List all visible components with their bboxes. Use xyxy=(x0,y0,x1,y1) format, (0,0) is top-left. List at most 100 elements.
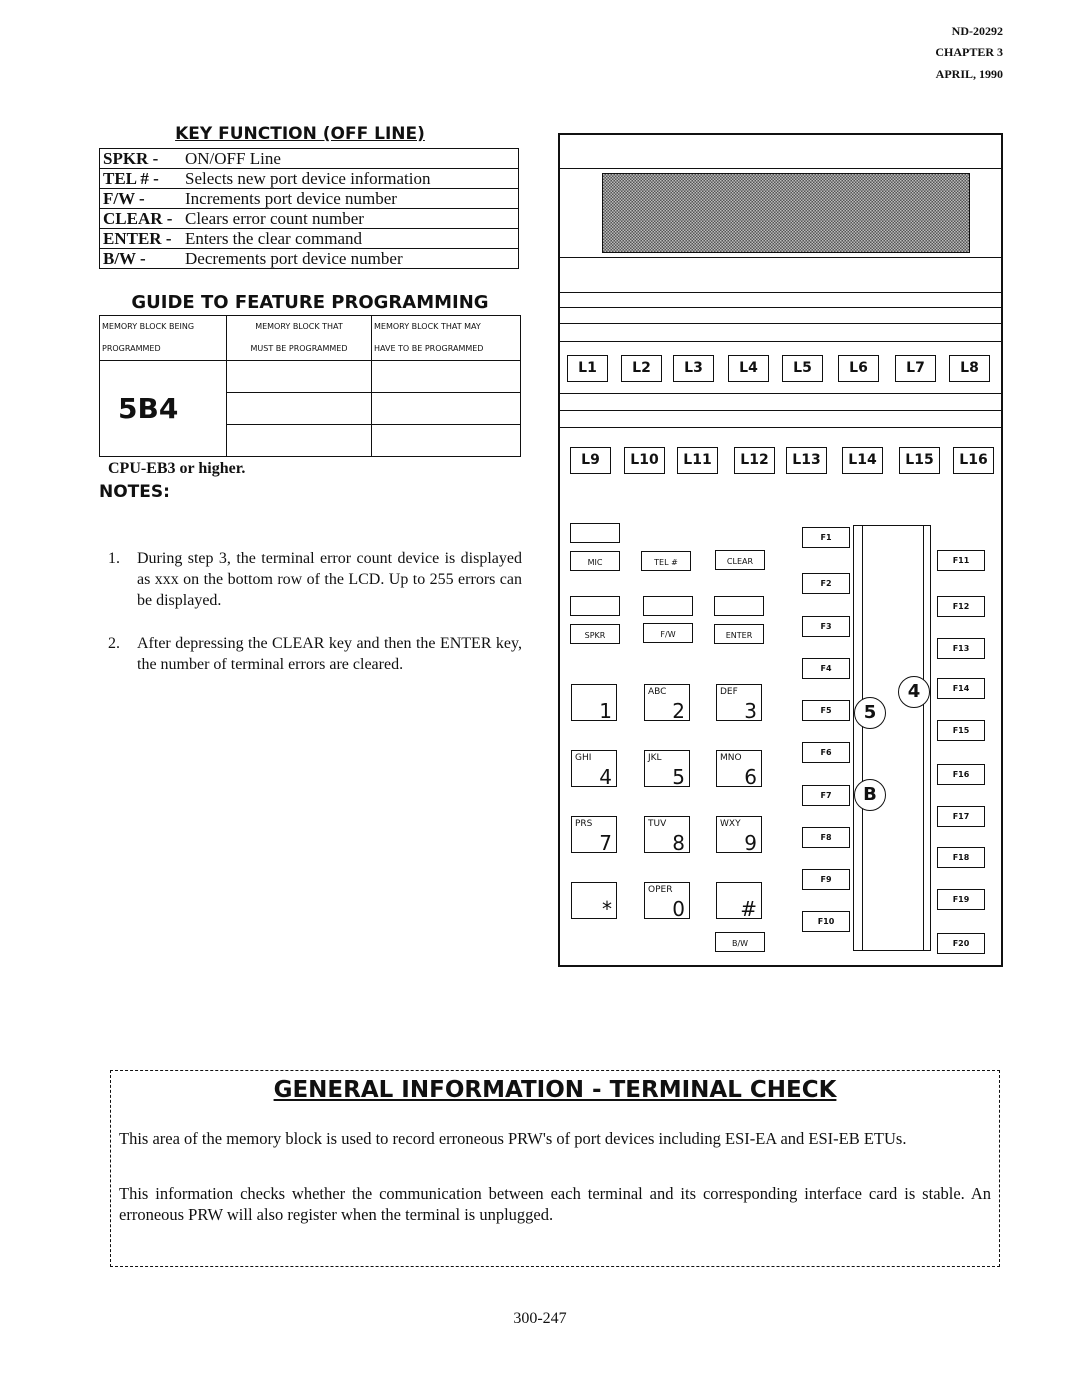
function-key-f14[interactable]: F14 xyxy=(937,678,985,699)
clear-key[interactable]: CLEAR xyxy=(715,550,765,570)
spkr-key[interactable]: SPKR xyxy=(570,624,620,644)
line-key-l11[interactable]: L11 xyxy=(677,447,718,474)
note-2: 2. After depressing the CLEAR key and the… xyxy=(108,635,522,673)
function-key-f6[interactable]: F6 xyxy=(802,742,850,763)
guide-title: GUIDE TO FEATURE PROGRAMMING xyxy=(131,292,489,313)
function-key-f2[interactable]: F2 xyxy=(802,573,850,594)
line-key-l5[interactable]: L5 xyxy=(782,355,823,382)
key-name: F/W - xyxy=(103,189,145,208)
function-key-f8[interactable]: F8 xyxy=(802,827,850,848)
notes-title: NOTES: xyxy=(99,482,170,502)
general-info-title: GENERAL INFORMATION - TERMINAL CHECK xyxy=(273,1077,837,1103)
blank-key[interactable] xyxy=(714,596,764,616)
key-name: CLEAR - xyxy=(103,209,173,228)
key-description: ON/OFF Line xyxy=(185,149,281,168)
line-key-l8[interactable]: L8 xyxy=(949,355,990,382)
col-must-be-programmed: MEMORY BLOCK THAT MUST BE PROGRAMMED xyxy=(226,315,372,361)
dial-key[interactable]: DEF 3 xyxy=(716,684,762,723)
key-function-row: CLEAR - Clears error count number xyxy=(99,208,519,229)
callout-4: 4 xyxy=(898,676,930,708)
page-number: 300-247 xyxy=(513,1310,567,1327)
line-key-l3[interactable]: L3 xyxy=(673,355,714,382)
divider xyxy=(558,323,1003,324)
dial-key[interactable]: OPER 0 xyxy=(644,882,690,921)
line-key-l16[interactable]: L16 xyxy=(953,447,994,474)
divider xyxy=(558,410,1003,411)
function-key-f4[interactable]: F4 xyxy=(802,658,850,679)
dial-key[interactable]: ABC 2 xyxy=(644,684,690,723)
key-name: ENTER - xyxy=(103,229,172,248)
callout-b: B xyxy=(854,779,886,811)
function-key-f3[interactable]: F3 xyxy=(802,616,850,637)
document-page: ND-20292 CHAPTER 3 APRIL, 1990 KEY FUNCT… xyxy=(0,0,1080,1398)
divider xyxy=(558,307,1003,308)
dial-key[interactable]: * xyxy=(571,882,617,921)
dial-key[interactable]: JKL 5 xyxy=(644,750,690,789)
general-info-box: GENERAL INFORMATION - TERMINAL CHECK Thi… xyxy=(110,1070,1000,1267)
fw-key[interactable]: F/W xyxy=(643,623,693,643)
divider xyxy=(558,292,1003,293)
function-key-f1[interactable]: F1 xyxy=(802,527,850,548)
function-key-f12[interactable]: F12 xyxy=(937,596,985,617)
line-key-l1[interactable]: L1 xyxy=(567,355,608,382)
key-function-row: ENTER - Enters the clear command xyxy=(99,228,519,249)
divider xyxy=(558,168,1003,169)
line-key-l10[interactable]: L10 xyxy=(624,447,665,474)
key-function-row: TEL # - Selects new port device informati… xyxy=(99,168,519,189)
key-description: Clears error count number xyxy=(185,209,364,228)
blank-key[interactable] xyxy=(570,596,620,616)
divider xyxy=(558,257,1003,258)
function-key-f20[interactable]: F20 xyxy=(937,933,985,954)
key-name: B/W - xyxy=(103,249,146,268)
dial-key[interactable]: # xyxy=(716,882,762,921)
bw-key[interactable]: B/W xyxy=(715,932,765,952)
enter-key[interactable]: ENTER xyxy=(714,624,764,644)
function-key-f11[interactable]: F11 xyxy=(937,550,985,571)
line-key-l9[interactable]: L9 xyxy=(570,447,611,474)
function-key-f17[interactable]: F17 xyxy=(937,806,985,827)
dial-key[interactable]: GHI 4 xyxy=(571,750,617,789)
lcd-display xyxy=(602,173,970,253)
dial-key[interactable]: 1 xyxy=(571,684,617,723)
note-1: 1. During step 3, the terminal error coun… xyxy=(108,550,522,609)
key-description: Enters the clear command xyxy=(185,229,363,248)
general-info-paragraph-1: This area of the memory block is used to… xyxy=(119,1129,907,1148)
key-function-row: F/W - Increments port device number xyxy=(99,188,519,209)
blank-key[interactable] xyxy=(643,596,693,616)
divider xyxy=(558,427,1003,428)
line-key-l12[interactable]: L12 xyxy=(734,447,775,474)
function-key-f18[interactable]: F18 xyxy=(937,847,985,868)
requirement: CPU-EB3 or higher. xyxy=(108,460,246,477)
mic-key[interactable]: MIC xyxy=(570,551,620,571)
memory-block: 5B4 xyxy=(99,360,227,457)
line-key-l2[interactable]: L2 xyxy=(621,355,662,382)
line-key-l13[interactable]: L13 xyxy=(786,447,827,474)
function-key-f5[interactable]: F5 xyxy=(802,700,850,721)
function-key-f13[interactable]: F13 xyxy=(937,638,985,659)
key-name: SPKR - xyxy=(103,149,159,168)
function-key-f19[interactable]: F19 xyxy=(937,889,985,910)
key-description: Increments port device number xyxy=(185,189,397,208)
key-function-row: B/W - Decrements port device number xyxy=(99,248,519,269)
key-name: TEL # - xyxy=(103,169,159,188)
function-key-f16[interactable]: F16 xyxy=(937,764,985,785)
key-function-title: KEY FUNCTION (OFF LINE) xyxy=(175,124,425,144)
line-key-l4[interactable]: L4 xyxy=(728,355,769,382)
dial-key[interactable]: WXY 9 xyxy=(716,816,762,855)
function-key-f15[interactable]: F15 xyxy=(937,720,985,741)
function-key-f7[interactable]: F7 xyxy=(802,785,850,806)
line-key-l14[interactable]: L14 xyxy=(842,447,883,474)
tel-key[interactable]: TEL # xyxy=(641,551,691,571)
function-key-f9[interactable]: F9 xyxy=(802,869,850,890)
blank-key[interactable] xyxy=(570,523,620,543)
key-description: Selects new port device information xyxy=(185,169,431,188)
dial-key[interactable]: TUV 8 xyxy=(644,816,690,855)
dial-key[interactable]: PRS 7 xyxy=(571,816,617,855)
line-key-l7[interactable]: L7 xyxy=(895,355,936,382)
line-key-l6[interactable]: L6 xyxy=(838,355,879,382)
general-info-paragraph-2: This information checks whether the comm… xyxy=(119,1184,991,1224)
function-key-f10[interactable]: F10 xyxy=(802,911,850,932)
dial-key[interactable]: MNO 6 xyxy=(716,750,762,789)
date: APRIL, 1990 xyxy=(935,67,1003,81)
line-key-l15[interactable]: L15 xyxy=(899,447,940,474)
